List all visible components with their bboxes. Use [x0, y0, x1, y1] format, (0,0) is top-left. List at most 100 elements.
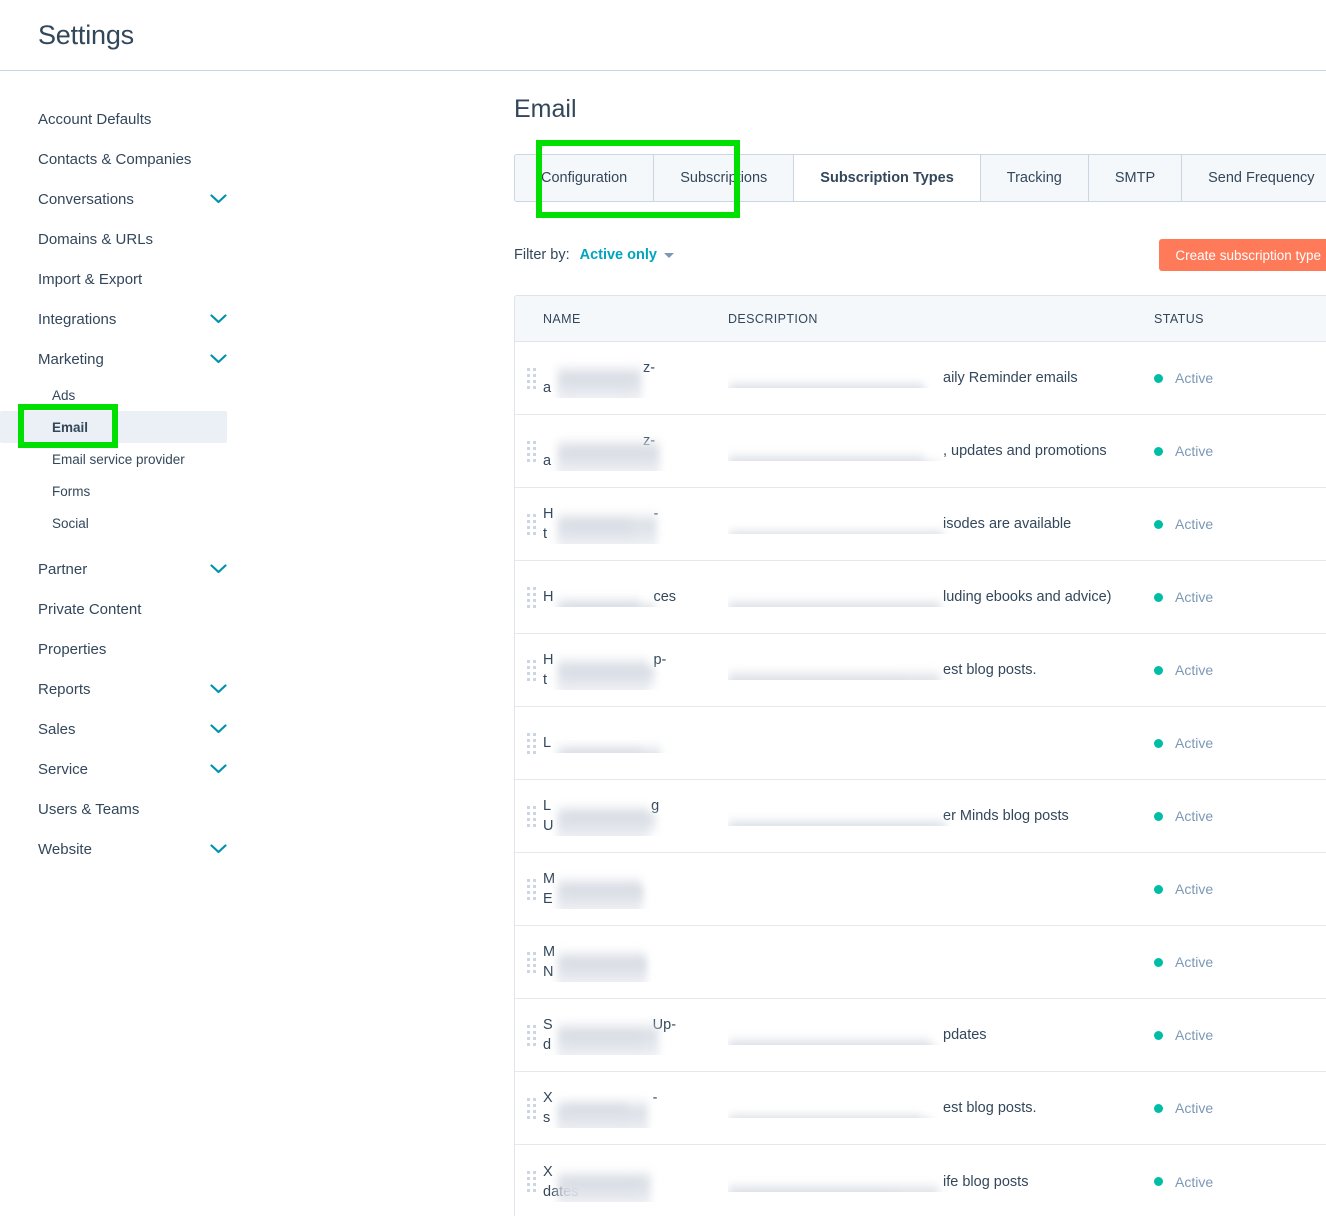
sidebar-item-label: Users & Teams: [38, 800, 140, 818]
sidebar-item-conversations[interactable]: Conversations: [0, 179, 255, 219]
status-dot-icon: [1154, 884, 1163, 894]
sidebar-item-marketing[interactable]: Marketing: [0, 339, 255, 379]
cell-name: H-t: [543, 504, 728, 544]
subscription-types-table: NAME DESCRIPTION STATUS z-a aily Reminder…: [514, 295, 1326, 1216]
filter-selected-value: Active only: [579, 247, 657, 263]
cell-description-text: pdates: [943, 1027, 987, 1043]
cell-name-line-2: d: [543, 1037, 552, 1053]
tab-subscription-types[interactable]: Subscription Types: [794, 155, 981, 201]
table-row[interactable]: H - t isodes are available Active: [515, 488, 1326, 561]
status-badge: Active: [1175, 662, 1214, 678]
sidebar-item-domains-urls[interactable]: Domains & URLs: [0, 219, 255, 259]
cell-name-line-2: s: [543, 1110, 551, 1126]
cell-description-text: , updates and promotions: [943, 443, 1107, 459]
sidebar-subitem-label: Ads: [52, 387, 76, 403]
table-row[interactable]: L Active: [515, 707, 1326, 780]
row-drag-handle-cell: [515, 878, 543, 900]
chevron-down-icon: [210, 764, 227, 774]
sidebar-item-label: Sales: [38, 720, 76, 738]
main-content: Email Configuration Subscriptions Subscr…: [255, 71, 1326, 1216]
column-header-status: STATUS: [1154, 311, 1204, 326]
sidebar-item-label: Contacts & Companies: [38, 150, 192, 168]
table-row[interactable]: z-a , updates and promotions Active: [515, 415, 1326, 488]
sidebar-item-private-content[interactable]: Private Content: [0, 589, 255, 629]
sidebar-subitem-email-service-provider[interactable]: Email service provider: [0, 443, 255, 475]
row-drag-handle-cell: [515, 1097, 543, 1119]
sidebar-subitem-label: Email service provider: [52, 451, 185, 467]
drag-handle-icon[interactable]: [527, 586, 543, 608]
tab-subscriptions[interactable]: Subscriptions: [654, 155, 795, 201]
status-dot-icon: [1154, 957, 1163, 967]
sidebar-item-label: Import & Export: [38, 270, 143, 288]
table-row[interactable]: Xdates ife blog posts Active: [515, 1145, 1326, 1216]
sidebar-item-label: Website: [38, 840, 92, 858]
cell-name: L: [543, 733, 728, 753]
drag-handle-icon[interactable]: [527, 1171, 543, 1192]
table-row[interactable]: M N Active: [515, 926, 1326, 999]
table-row[interactable]: M E Active: [515, 853, 1326, 926]
sidebar-item-properties[interactable]: Properties: [0, 629, 255, 669]
filter-bar: Filter by: Active only Create subscripti…: [514, 237, 1326, 273]
sidebar-subitem-email[interactable]: Email: [0, 411, 227, 443]
cell-name-line-1: M: [543, 944, 556, 960]
cell-name-suffix: -: [653, 506, 659, 522]
sidebar-item-partner[interactable]: Partner: [0, 549, 255, 589]
drag-handle-icon[interactable]: [527, 1024, 543, 1046]
chevron-down-icon: [210, 564, 227, 574]
cell-name-suffix: ces: [653, 589, 677, 605]
tab-send-frequency[interactable]: Send Frequency: [1182, 155, 1326, 201]
sidebar-item-service[interactable]: Service: [0, 749, 255, 789]
filter-dropdown[interactable]: Active only: [580, 247, 674, 263]
sidebar-item-website[interactable]: Website: [0, 829, 255, 869]
table-row[interactable]: X - s est blog posts. Active: [515, 1072, 1326, 1145]
sidebar-subitem-label: Forms: [52, 483, 91, 499]
row-drag-handle-cell: [515, 659, 543, 681]
table-row[interactable]: Hces luding ebooks and advice) Active: [515, 561, 1326, 634]
drag-handle-icon[interactable]: [527, 805, 543, 827]
drag-handle-icon[interactable]: [527, 878, 543, 900]
tab-smtp[interactable]: SMTP: [1089, 155, 1183, 201]
drag-handle-icon[interactable]: [527, 440, 543, 462]
cell-description-text: est blog posts.: [943, 1100, 1037, 1116]
sidebar-subitem-ads[interactable]: Ads: [0, 379, 255, 411]
sidebar-subitem-social[interactable]: Social: [0, 507, 255, 539]
sidebar-subitem-forms[interactable]: Forms: [0, 475, 255, 507]
tab-label: Configuration: [541, 170, 628, 186]
row-drag-handle-cell: [515, 367, 543, 389]
drag-handle-icon[interactable]: [527, 659, 543, 681]
create-subscription-type-button[interactable]: Create subscription type: [1159, 239, 1326, 271]
row-drag-handle-cell: [515, 440, 543, 462]
sidebar-item-account-defaults[interactable]: Account Defaults: [0, 99, 255, 139]
status-dot-icon: [1154, 811, 1163, 821]
sidebar-item-contacts-companies[interactable]: Contacts & Companies: [0, 139, 255, 179]
table-row[interactable]: S Up-d pdates Active: [515, 999, 1326, 1072]
sidebar-item-import-export[interactable]: Import & Export: [0, 259, 255, 299]
drag-handle-icon[interactable]: [527, 1097, 543, 1119]
sidebar-item-label: Private Content: [38, 600, 142, 618]
cell-name-line-1: Hp-: [543, 652, 667, 668]
drag-handle-icon[interactable]: [527, 513, 543, 535]
cell-status: Active: [1154, 662, 1326, 678]
cell-name-line-2: t: [543, 526, 548, 542]
sidebar-subitem-label: Social: [52, 515, 89, 531]
sidebar-item-reports[interactable]: Reports: [0, 669, 255, 709]
drag-handle-icon[interactable]: [527, 732, 543, 754]
sidebar-item-integrations[interactable]: Integrations: [0, 299, 255, 339]
table-row[interactable]: z-a aily Reminder emails Active: [515, 342, 1326, 415]
table-row[interactable]: Hp-t est blog posts. Active: [515, 634, 1326, 707]
sidebar-item-label: Account Defaults: [38, 110, 152, 128]
cell-name-line-2: t: [543, 672, 548, 688]
status-dot-icon: [1154, 1103, 1163, 1113]
drag-handle-icon[interactable]: [527, 951, 543, 973]
table-row[interactable]: Lg Uer Minds blog posts Active: [515, 780, 1326, 853]
tab-configuration[interactable]: Configuration: [515, 155, 655, 201]
drag-handle-icon[interactable]: [527, 367, 543, 389]
row-drag-handle-cell: [515, 1171, 543, 1192]
sidebar-item-sales[interactable]: Sales: [0, 709, 255, 749]
row-drag-handle-cell: [515, 805, 543, 827]
cell-name-line-1: S Up-: [543, 1017, 677, 1033]
sidebar-item-users-teams[interactable]: Users & Teams: [0, 789, 255, 829]
tab-tracking[interactable]: Tracking: [981, 155, 1089, 201]
cell-name-line-2: a: [543, 380, 552, 396]
status-badge: Active: [1175, 589, 1214, 605]
